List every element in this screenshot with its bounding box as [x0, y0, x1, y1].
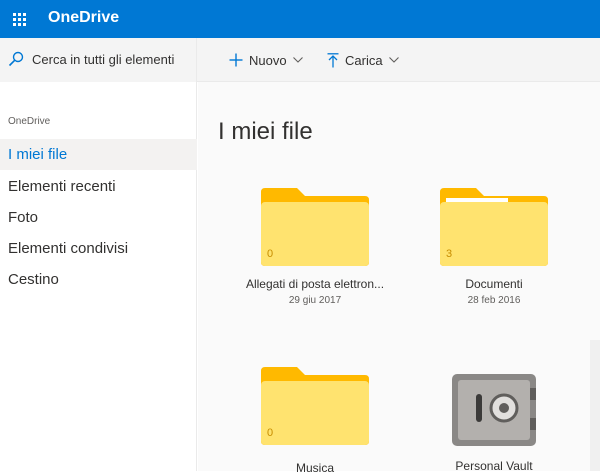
item-count: 3 — [446, 248, 453, 260]
item-count: 0 — [267, 427, 274, 439]
folder-icon: 0 — [259, 365, 371, 445]
chevron-down-icon — [292, 57, 303, 63]
sidebar-item-photos[interactable]: Foto — [0, 202, 197, 233]
sidebar-item-recycle-bin[interactable]: Cestino — [0, 264, 197, 295]
folder-tile-documents[interactable]: 3 Documenti 28 feb 2016 — [414, 186, 574, 306]
folder-icon: 0 — [259, 186, 371, 266]
folder-tile-music[interactable]: 0 Musica — [235, 365, 395, 475]
new-button[interactable]: Nuovo — [229, 38, 303, 82]
folder-tile-attachments[interactable]: 0 Allegati di posta elettron... 29 giu 2… — [235, 186, 395, 306]
plus-icon — [229, 53, 243, 67]
item-count: 0 — [267, 248, 274, 260]
search-input[interactable]: Cerca in tutti gli elementi — [32, 52, 174, 67]
sidebar-heading: OneDrive — [8, 116, 51, 127]
sidebar-item-my-files[interactable]: I miei file — [0, 139, 197, 170]
chevron-down-icon — [388, 57, 399, 63]
search-box[interactable]: Cerca in tutti gli elementi — [0, 38, 197, 82]
app-launcher-button[interactable] — [0, 0, 38, 38]
tile-name[interactable]: Musica — [235, 461, 395, 475]
waffle-icon — [12, 12, 26, 26]
upload-icon — [327, 52, 339, 67]
new-label: Nuovo — [249, 52, 287, 68]
top-bar: OneDrive — [0, 0, 600, 38]
sidebar: OneDrive I miei file Elementi recenti Fo… — [0, 82, 197, 471]
tile-name[interactable]: Allegati di posta elettron... — [235, 277, 395, 291]
vault-tile[interactable]: Personal Vault — [414, 372, 574, 473]
sidebar-item-shared[interactable]: Elementi condivisi — [0, 233, 197, 264]
command-bar: Nuovo Carica — [197, 38, 600, 82]
vault-icon — [438, 372, 550, 448]
folder-icon: 3 — [438, 186, 550, 266]
tile-date: 29 giu 2017 — [288, 295, 342, 306]
tile-name[interactable]: Documenti — [414, 277, 574, 291]
main-content: I miei file 0 Allegati di posta elettron… — [198, 82, 600, 475]
scrollbar[interactable] — [590, 340, 600, 471]
app-title[interactable]: OneDrive — [48, 9, 119, 27]
search-icon — [8, 51, 24, 67]
upload-button[interactable]: Carica — [327, 38, 399, 82]
sidebar-item-recent[interactable]: Elementi recenti — [0, 171, 197, 202]
upload-label: Carica — [345, 52, 383, 68]
tile-date: 28 feb 2016 — [467, 295, 521, 306]
page-title: I miei file — [218, 118, 313, 145]
